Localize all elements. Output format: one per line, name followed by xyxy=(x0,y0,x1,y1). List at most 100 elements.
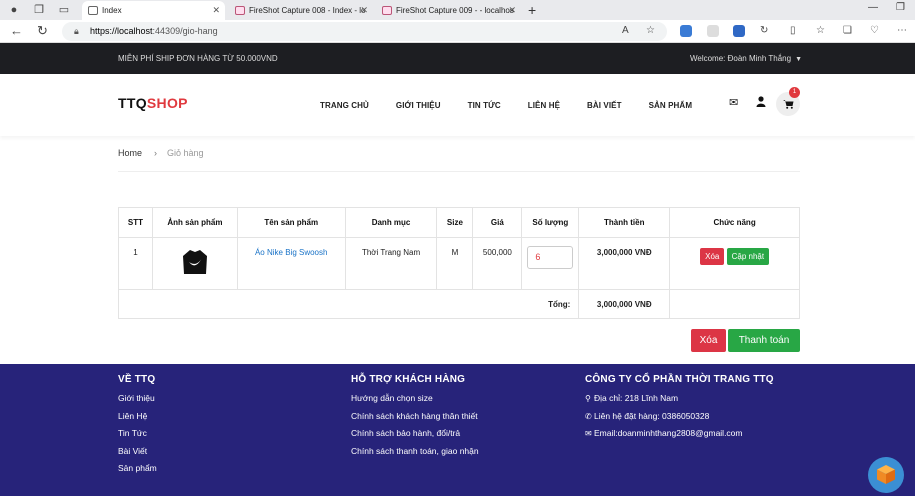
delete-item-button[interactable]: Xóa xyxy=(700,248,725,265)
checkout-button[interactable]: Thanh toán xyxy=(728,329,800,352)
total-row: Tổng: 3,000,000 VNĐ xyxy=(117,289,800,319)
footer-link[interactable]: Giới thiệu xyxy=(118,393,157,403)
logo-part1: TTQ xyxy=(118,95,147,111)
product-image[interactable] xyxy=(181,248,209,276)
close-tab-icon[interactable]: ✕ xyxy=(360,1,368,20)
fireshot-icon xyxy=(235,6,245,15)
footer-link[interactable]: Chính sách thanh toán, giao nhận xyxy=(351,446,479,456)
new-tab-icon[interactable]: + xyxy=(528,1,536,19)
mail-icon[interactable]: ✉ xyxy=(729,96,738,109)
tab-fireshot-009[interactable]: FireShot Capture 009 - - localhos ✕ xyxy=(376,1,521,20)
browser-toolbar: ← ↻ 🔒︎ https://localhost:44309/gio-hang … xyxy=(0,20,915,43)
delete-all-button[interactable]: Xóa xyxy=(691,329,726,352)
read-aloud-icon[interactable]: A xyxy=(622,24,629,38)
footer-link[interactable]: Sản phẩm xyxy=(118,463,157,473)
table-header-row: STT Ảnh sản phẩm Tên sản phẩm Danh mục S… xyxy=(118,207,800,238)
favorites-icon[interactable]: ☆ xyxy=(816,24,825,38)
cart-table: STT Ảnh sản phẩm Tên sản phẩm Danh mục S… xyxy=(117,207,800,319)
minimize-icon[interactable]: — xyxy=(868,2,878,13)
col-header: Thành tiền xyxy=(578,207,671,238)
nav-blog[interactable]: BÀI VIẾT xyxy=(587,101,622,110)
address-text: Địa chỉ: 218 Lĩnh Nam xyxy=(594,393,679,403)
footer-heading: VỀ TTQ xyxy=(118,374,156,385)
nav-home[interactable]: TRANG CHỦ xyxy=(320,101,369,110)
close-tab-icon[interactable]: ✕ xyxy=(508,1,516,20)
quantity-cell: 6 xyxy=(521,237,580,290)
more-menu-icon[interactable]: ⋯ xyxy=(897,24,907,38)
promo-text: MIỄN PHÍ SHIP ĐƠN HÀNG TỪ 50.000VND xyxy=(118,54,278,63)
browser-essentials-icon[interactable]: ♡ xyxy=(870,24,879,38)
footer-support: HỖ TRỢ KHÁCH HÀNG Hướng dẫn chọn size Ch… xyxy=(351,374,479,463)
nav-news[interactable]: TIN TỨC xyxy=(468,101,501,110)
footer-link[interactable]: Chính sách bảo hành, đổi/trả xyxy=(351,428,479,438)
tab-actions-icon[interactable]: ▭ xyxy=(57,3,71,17)
page-icon xyxy=(88,6,98,15)
tab-fireshot-008[interactable]: FireShot Capture 008 - Index - lo ✕ xyxy=(229,1,373,20)
map-marker-icon: ⚲ xyxy=(585,394,591,403)
extension-icon[interactable] xyxy=(733,25,745,37)
footer-heading: HỖ TRỢ KHÁCH HÀNG xyxy=(351,374,466,385)
tab-index[interactable]: Index ✕ xyxy=(82,1,225,20)
extension-icon[interactable] xyxy=(707,25,719,37)
floating-widget-button[interactable] xyxy=(868,457,904,493)
footer-link[interactable]: Chính sách khách hàng thân thiết xyxy=(351,411,479,421)
phone-text: Liên hệ đặt hàng: 0386050328 xyxy=(594,410,710,421)
fireshot-icon xyxy=(382,6,392,15)
footer-company: CÔNG TY CỔ PHẦN THỜI TRANG TTQ ⚲ Địa chỉ:… xyxy=(585,374,774,446)
restore-icon[interactable]: ❐ xyxy=(896,2,905,13)
extension-refresh-icon[interactable]: ↻ xyxy=(760,24,768,38)
close-tab-icon[interactable]: ✕ xyxy=(212,1,220,20)
breadcrumb-home[interactable]: Home xyxy=(118,148,142,158)
total-label: Tổng: xyxy=(548,299,571,309)
footer-about: VỀ TTQ Giới thiệu Liên Hệ Tin Tức Bài Vi… xyxy=(118,374,157,481)
col-header: Ảnh sản phẩm xyxy=(151,207,238,238)
split-screen-icon[interactable]: ▯ xyxy=(790,24,796,38)
tab-title: FireShot Capture 009 - - localhos xyxy=(396,6,514,15)
tab-title: FireShot Capture 008 - Index - lo xyxy=(249,6,366,15)
footer-link[interactable]: Hướng dẫn chọn size xyxy=(351,393,479,403)
url-host: https://localhost xyxy=(90,26,153,36)
cube-icon xyxy=(877,465,895,484)
col-header: Danh mục xyxy=(344,207,438,238)
nav-about[interactable]: GIỚI THIỆU xyxy=(396,101,441,110)
url-path: :44309/gio-hang xyxy=(152,26,218,36)
size-cell: M xyxy=(436,237,474,290)
workspaces-icon[interactable]: ❐ xyxy=(32,3,46,17)
profile-icon[interactable]: ● xyxy=(7,3,21,17)
chevron-right-icon: › xyxy=(154,148,158,158)
col-header: Giá xyxy=(472,207,523,238)
footer-link[interactable]: Liên Hệ xyxy=(118,411,157,421)
footer-phone: ✆ Liên hệ đặt hàng: 0386050328 xyxy=(585,411,774,421)
site-logo[interactable]: TTQSHOP xyxy=(118,95,188,111)
user-icon[interactable] xyxy=(756,96,766,110)
address-bar[interactable]: 🔒︎ https://localhost:44309/gio-hang xyxy=(62,22,667,41)
footer-heading: CÔNG TY CỔ PHẦN THỜI TRANG TTQ xyxy=(585,374,774,385)
nav-contact[interactable]: LIÊN HỆ xyxy=(528,101,560,110)
product-name-link[interactable]: Áo Nike Big Swoosh xyxy=(255,248,327,257)
user-menu[interactable]: Welcome: Đoàn Minh Thắng ▼ xyxy=(690,43,802,75)
favorite-star-icon[interactable]: ☆ xyxy=(646,24,655,38)
col-header: STT xyxy=(118,207,153,238)
quantity-input[interactable]: 6 xyxy=(527,246,574,269)
back-icon[interactable]: ← xyxy=(10,23,23,39)
collections-icon[interactable]: ❏ xyxy=(843,24,852,38)
lock-icon: 🔒︎ xyxy=(74,26,79,36)
empty-cell xyxy=(669,289,800,319)
col-header: Chức năng xyxy=(669,207,800,238)
total-label-cell: Tổng: xyxy=(117,289,580,319)
main-nav: TRANG CHỦ GIỚI THIỆU TIN TỨC LIÊN HỆ BÀI… xyxy=(320,74,719,136)
nav-products[interactable]: SẢN PHẨM xyxy=(649,101,692,110)
phone-icon: ✆ xyxy=(585,411,592,421)
footer-link[interactable]: Bài Viết xyxy=(118,446,157,456)
refresh-icon[interactable]: ↻ xyxy=(37,23,48,39)
extension-icon[interactable] xyxy=(680,25,692,37)
site-footer: VỀ TTQ Giới thiệu Liên Hệ Tin Tức Bài Vi… xyxy=(0,364,915,496)
update-item-button[interactable]: Cập nhật xyxy=(726,248,770,265)
divider xyxy=(118,171,800,172)
actions-cell: Xóa Cập nhật xyxy=(669,237,800,290)
footer-link[interactable]: Tin Tức xyxy=(118,428,157,438)
welcome-text: Welcome: Đoàn Minh Thắng xyxy=(689,54,792,63)
category-cell: Thời Trang Nam xyxy=(344,237,438,290)
product-image-cell xyxy=(151,237,238,290)
subtotal-cell: 3,000,000 VNĐ xyxy=(578,237,671,290)
